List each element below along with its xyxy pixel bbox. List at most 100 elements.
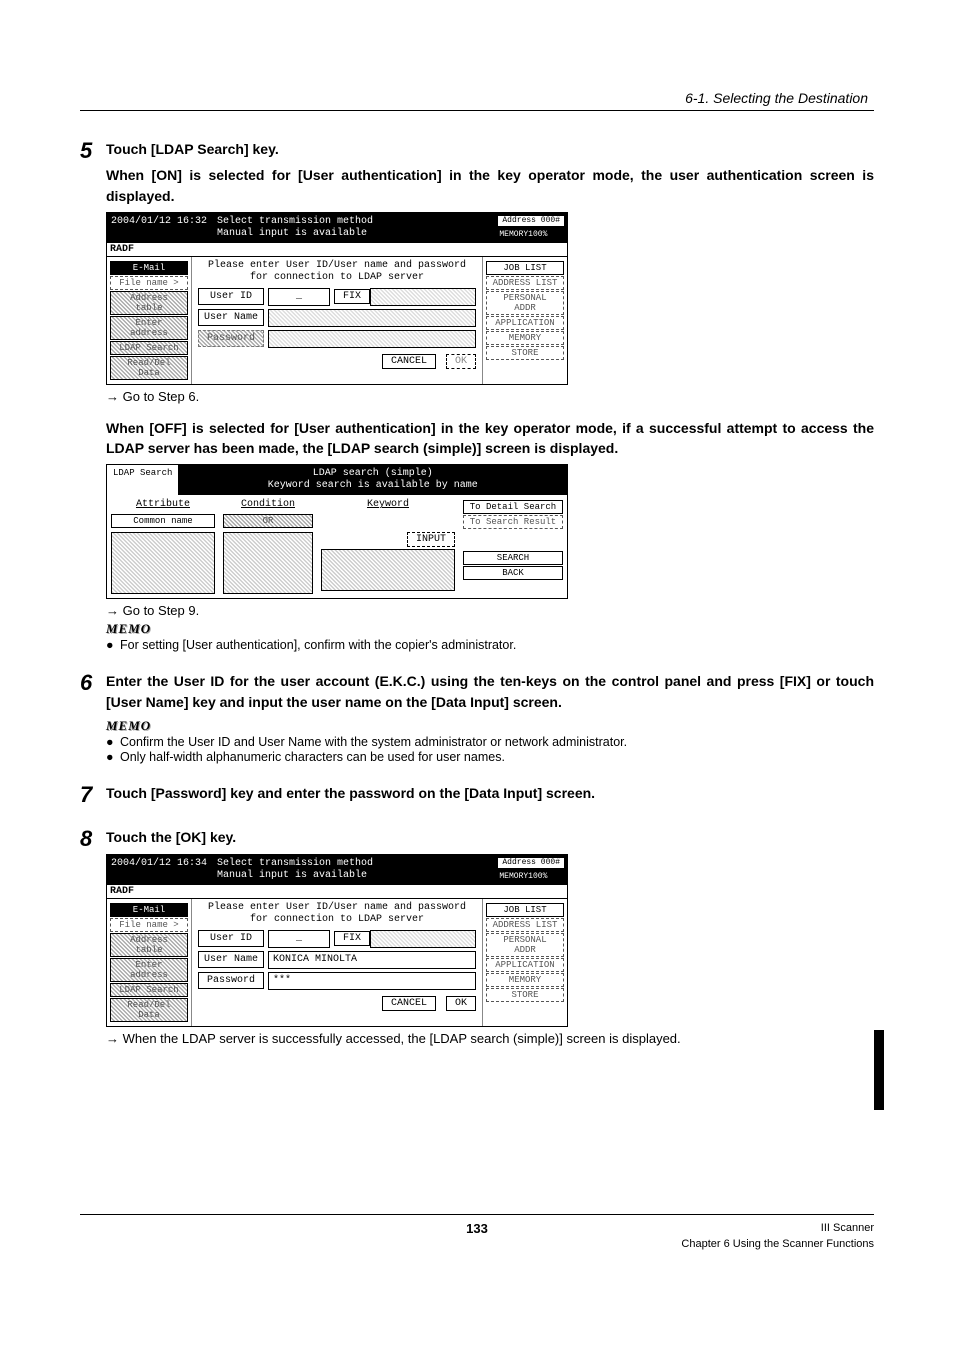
scr3-fix-button[interactable]: FIX: [334, 931, 370, 946]
step6-memo2: Only half-width alphanumeric characters …: [120, 750, 505, 764]
scr1-userid-label[interactable]: User ID: [198, 288, 264, 305]
footer-right-line1: III Scanner: [676, 1221, 875, 1236]
scr1-left-ldap-search[interactable]: LDAP Search: [110, 341, 188, 355]
scr1-address-value: 000#: [541, 216, 560, 225]
header-rule: [80, 110, 874, 111]
scr1-title-line1: Select transmission method: [217, 216, 489, 228]
step5-goto-6: → Go to Step 6.: [106, 389, 874, 404]
step5-number: 5: [80, 139, 106, 163]
step6-title: Enter the User ID for the user account (…: [106, 671, 874, 712]
scr1-ok-button[interactable]: OK: [446, 354, 476, 369]
scr3-ok-button[interactable]: OK: [446, 996, 476, 1011]
scr2-common-name[interactable]: Common name: [111, 514, 215, 528]
scr2-title-line2: Keyword search is available by name: [184, 480, 561, 492]
step7-number: 7: [80, 783, 106, 807]
scr2-title-line1: LDAP search (simple): [184, 468, 561, 480]
scr2-input-button[interactable]: INPUT: [407, 532, 455, 547]
scr1-tab-email[interactable]: E-Mail: [110, 261, 188, 275]
scr1-right-application[interactable]: APPLICATION: [486, 316, 564, 330]
scr1-title-line2: Manual input is available: [217, 228, 489, 240]
scr1-left-enter-address[interactable]: Enter address: [110, 316, 188, 340]
scr3-title-line2: Manual input is available: [217, 870, 489, 882]
scr1-left-read-del[interactable]: Read/Del Data: [110, 356, 188, 380]
scr3-left-filename[interactable]: File name >: [110, 918, 188, 932]
scr3-right-store[interactable]: STORE: [486, 988, 564, 1002]
scr1-left-filename[interactable]: File name >: [110, 276, 188, 290]
scr1-msg-line2: for connection to LDAP server: [198, 272, 476, 284]
scr1-password-label[interactable]: Password: [198, 330, 264, 347]
scr1-userid-input[interactable]: _: [268, 288, 330, 306]
scr2-corner: LDAP Search: [107, 465, 178, 495]
scr1-memory: MEMORY100%: [496, 228, 566, 241]
scr2-back-button[interactable]: BACK: [463, 566, 563, 580]
scr2-col-attribute: Attribute: [111, 499, 215, 510]
scr1-address-label: Address: [502, 216, 536, 225]
scr2-detail-search-button[interactable]: To Detail Search: [463, 500, 563, 514]
scr2-search-button[interactable]: SEARCH: [463, 551, 563, 565]
bullet-dot-icon: ●: [106, 638, 120, 652]
scr1-right-personal[interactable]: PERSONAL ADDR: [486, 291, 564, 315]
step5-para-off: When [OFF] is selected for [User authent…: [106, 418, 874, 459]
step5-memo1: For setting [User authentication], confi…: [120, 638, 516, 652]
scr1-right-store[interactable]: STORE: [486, 346, 564, 360]
scr3-left-read-del[interactable]: Read/Del Data: [110, 998, 188, 1022]
scr3-timestamp: 2004/01/12 16:34: [107, 855, 211, 885]
scr2-search-result-button[interactable]: To Search Result: [463, 515, 563, 529]
scr3-password-label[interactable]: Password: [198, 972, 264, 989]
bullet-dot-icon: ●: [106, 750, 120, 764]
scr3-address-label: Address: [502, 858, 536, 867]
scr3-left-address-table[interactable]: Address table: [110, 933, 188, 957]
scr3-right-memory[interactable]: MEMORY: [486, 973, 564, 987]
step7-title: Touch [Password] key and enter the passw…: [106, 783, 874, 803]
step5-memo-label: MEMO: [106, 621, 874, 637]
screenshot-ldap-simple: LDAP Search LDAP search (simple) Keyword…: [106, 464, 568, 599]
step8-number: 8: [80, 827, 106, 851]
scr3-left-ldap-search[interactable]: LDAP Search: [110, 983, 188, 997]
footer-right-line2: Chapter 6 Using the Scanner Functions: [676, 1237, 875, 1252]
scr1-timestamp: 2004/01/12 16:32: [107, 213, 211, 243]
step8-title: Touch the [OK] key.: [106, 827, 874, 847]
step8-goto: → When the LDAP server is successfully a…: [122, 1031, 874, 1046]
step6-number: 6: [80, 671, 106, 695]
footer-page-number: 133: [279, 1221, 676, 1236]
bullet-dot-icon: ●: [106, 735, 120, 749]
step6-memo1: Confirm the User ID and User Name with t…: [120, 735, 627, 749]
scr3-right-application[interactable]: APPLICATION: [486, 958, 564, 972]
scr3-left-enter-address[interactable]: Enter address: [110, 958, 188, 982]
screenshot-user-auth: 2004/01/12 16:32 Select transmission met…: [106, 212, 568, 385]
scr3-right-joblist[interactable]: JOB LIST: [486, 903, 564, 917]
scr1-right-memory[interactable]: MEMORY: [486, 331, 564, 345]
scr1-right-addrlist[interactable]: ADDRESS LIST: [486, 276, 564, 290]
scr3-userid-input[interactable]: _: [268, 930, 330, 948]
scr3-tab-email[interactable]: E-Mail: [110, 903, 188, 917]
scr2-col-condition: Condition: [223, 499, 313, 510]
scr3-username-input[interactable]: KONICA MINOLTA: [268, 951, 476, 969]
scr1-radf: RADF: [107, 243, 191, 256]
footer-rule: [80, 1214, 874, 1215]
scr3-right-addrlist[interactable]: ADDRESS LIST: [486, 918, 564, 932]
scr1-password-input[interactable]: [268, 330, 476, 348]
scr3-title-line1: Select transmission method: [217, 858, 489, 870]
scr1-cancel-button[interactable]: CANCEL: [382, 354, 436, 369]
scr2-or-button[interactable]: OR: [223, 514, 313, 528]
step5-goto-9: → Go to Step 9.: [106, 603, 874, 618]
scr3-username-label[interactable]: User Name: [198, 951, 264, 968]
scr3-password-input[interactable]: ***: [268, 972, 476, 990]
scr1-msg-line1: Please enter User ID/User name and passw…: [198, 260, 476, 272]
scr1-username-input[interactable]: [268, 309, 476, 327]
scr3-radf: RADF: [107, 885, 191, 898]
step6-memo-label: MEMO: [106, 718, 874, 734]
scr1-right-joblist[interactable]: JOB LIST: [486, 261, 564, 275]
scr3-msg-line1: Please enter User ID/User name and passw…: [198, 902, 476, 914]
scr3-cancel-button[interactable]: CANCEL: [382, 996, 436, 1011]
scr3-msg-line2: for connection to LDAP server: [198, 914, 476, 926]
screenshot-user-auth-filled: 2004/01/12 16:34 Select transmission met…: [106, 854, 568, 1027]
scr3-right-personal[interactable]: PERSONAL ADDR: [486, 933, 564, 957]
scr1-username-label[interactable]: User Name: [198, 309, 264, 326]
scr3-memory: MEMORY100%: [496, 870, 566, 883]
scr1-left-address-table[interactable]: Address table: [110, 291, 188, 315]
scr3-address-value: 000#: [541, 858, 560, 867]
side-tab-marker: [874, 1030, 884, 1110]
scr1-fix-button[interactable]: FIX: [334, 289, 370, 304]
scr3-userid-label[interactable]: User ID: [198, 930, 264, 947]
